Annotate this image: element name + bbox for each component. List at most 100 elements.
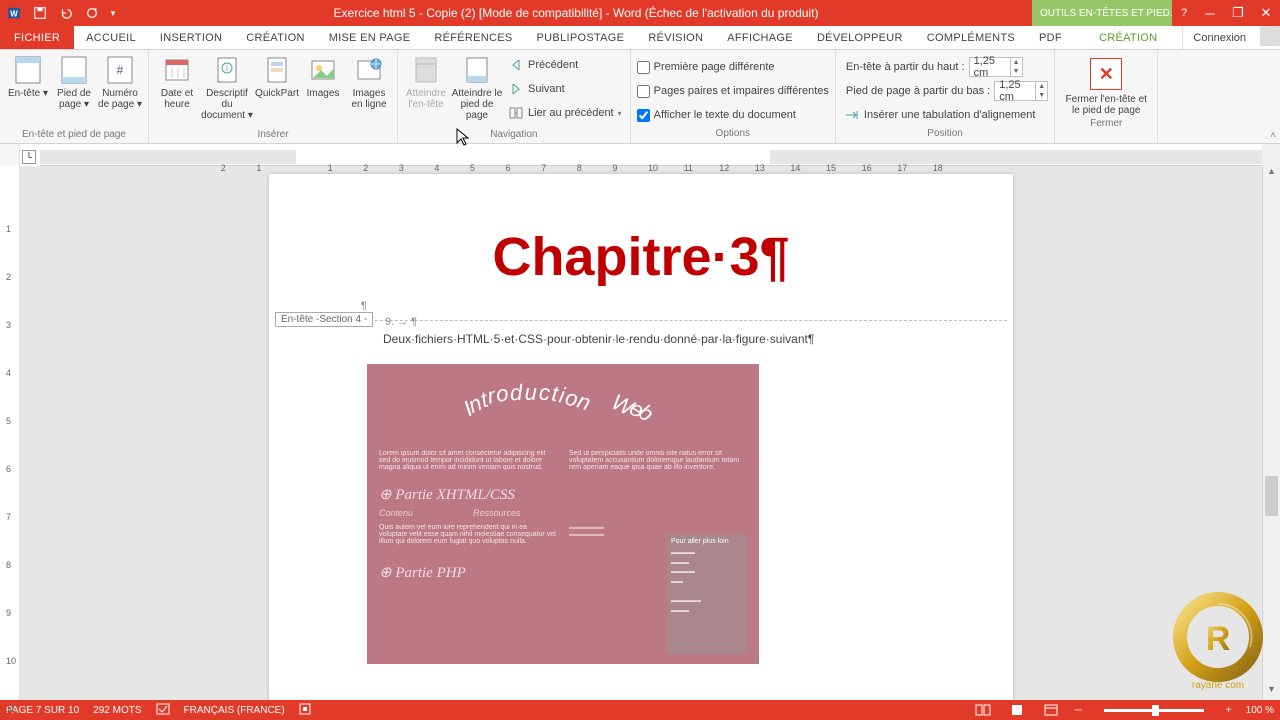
link-icon [508, 105, 524, 121]
figure-sidebar-box: Pour aller plus loin ▬▬▬▬▬▬▬▬▬▬▬▬▬▬▬▬▬▬▬… [667, 534, 747, 654]
next-icon [508, 81, 524, 97]
previous-icon [508, 57, 524, 73]
first-page-diff-check[interactable]: Première page différente [637, 56, 829, 78]
images-icon [307, 54, 339, 86]
horizontal-ruler[interactable]: 21123456789101112131415161718 [40, 148, 1262, 166]
images-button[interactable]: Images [301, 52, 345, 99]
document-page[interactable]: Chapitre·3¶ ¶ En-tête -Section 4 - 9. → … [269, 174, 1013, 700]
images-online-button[interactable]: Images en ligne [347, 52, 391, 110]
svg-text:#: # [117, 63, 124, 77]
view-print-icon[interactable] [1007, 702, 1027, 718]
login-link[interactable]: Connexion [1182, 26, 1256, 49]
zoom-slider[interactable] [1104, 709, 1204, 712]
odd-even-diff-check[interactable]: Pages paires et impaires différentes [637, 80, 829, 102]
tab-revision[interactable]: RÉVISION [636, 26, 715, 49]
tab-developpeur[interactable]: DÉVELOPPEUR [805, 26, 915, 49]
zoom-out-button[interactable]: ─ [1075, 705, 1082, 716]
page-heading: Chapitre·3¶ [359, 224, 923, 290]
collapse-ribbon-icon[interactable]: ˄ [1270, 130, 1276, 141]
spin-up-icon[interactable]: ▲ [1036, 82, 1047, 91]
svg-text:R: R [1206, 620, 1231, 658]
scroll-corner [1262, 144, 1280, 166]
close-header-footer-button[interactable]: ✕ Fermer l'en-tête et le pied de page [1061, 52, 1151, 116]
numero-button[interactable]: # Numéro de page ▾ [98, 52, 142, 110]
entete-button[interactable]: En-tête ▾ [6, 52, 50, 99]
spin-up-icon[interactable]: ▲ [1011, 58, 1022, 67]
tab-insertion[interactable]: INSERTION [148, 26, 234, 49]
status-lang[interactable]: FRANÇAIS (FRANCE) [184, 705, 285, 716]
zoom-in-button[interactable]: + [1226, 705, 1232, 716]
zoom-level[interactable]: 100 % [1246, 705, 1274, 716]
svg-text:W: W [10, 10, 18, 19]
status-words[interactable]: 292 MOTS [93, 705, 141, 716]
goto-footer-button[interactable]: Atteindre le pied de page [450, 52, 504, 121]
spin-down-icon[interactable]: ▼ [1036, 91, 1047, 100]
after-tag-mark: 9. → ¶ [385, 316, 417, 328]
figure-contenu: Contenu [379, 508, 413, 518]
tab-mise-en-page[interactable]: MISE EN PAGE [317, 26, 423, 49]
tab-affichage[interactable]: AFFICHAGE [715, 26, 805, 49]
group-label-close: Fermer [1061, 118, 1151, 132]
tab-accueil[interactable]: ACCUEIL [74, 26, 148, 49]
window-title: Exercice html 5 - Copie (2) [Mode de com… [120, 6, 1032, 20]
tab-creation[interactable]: CRÉATION [234, 26, 316, 49]
pilcrow-mark: ¶ [361, 300, 367, 312]
footer-icon [58, 54, 90, 86]
link-previous-button[interactable]: Lier au précédent ▾ [506, 102, 624, 124]
tab-pdf[interactable]: PDF [1027, 26, 1074, 49]
next-button[interactable]: Suivant [506, 78, 624, 100]
tab-file[interactable]: FICHIER [0, 26, 74, 49]
tab-publipostage[interactable]: PUBLIPOSTAGE [525, 26, 637, 49]
goto-footer-icon [461, 54, 493, 86]
goto-header-icon [410, 54, 442, 86]
date-icon [161, 54, 193, 86]
header-icon [12, 54, 44, 86]
close-window-button[interactable]: ✕ [1252, 0, 1280, 26]
scroll-thumb[interactable] [1265, 476, 1278, 516]
contextual-tab-label: OUTILS EN-TÊTES ET PIED... [1032, 0, 1172, 26]
show-doc-text-check[interactable]: Afficher le texte du document [637, 104, 829, 126]
section-tag: En-tête -Section 4 - [275, 312, 373, 327]
header-position-input[interactable]: 1,25 cm▲▼ [969, 57, 1023, 77]
view-web-icon[interactable] [1041, 702, 1061, 718]
tab-complements[interactable]: COMPLÉMENTS [915, 26, 1027, 49]
quickpart-button[interactable]: QuickPart [255, 52, 299, 99]
footer-position-input[interactable]: 1,25 cm▲▼ [994, 81, 1048, 101]
figure-arc-title: Introduction Web [379, 380, 747, 440]
tab-context-creation[interactable]: CRÉATION [1087, 26, 1169, 49]
previous-button[interactable]: Précédent [506, 54, 624, 76]
status-macro-icon[interactable] [299, 703, 311, 718]
date-button[interactable]: Date et heure [155, 52, 199, 110]
body-text: Deux·fichiers·HTML·5·et·CSS·pour·obtenir… [383, 332, 923, 346]
help-button[interactable]: ? [1172, 7, 1196, 19]
quickpart-icon [261, 54, 293, 86]
svg-text:i: i [226, 64, 228, 73]
scroll-up-icon[interactable]: ▲ [1263, 166, 1280, 182]
figure-partie1: Partie XHTML/CSS [379, 485, 747, 504]
view-read-icon[interactable] [973, 702, 993, 718]
save-icon[interactable] [28, 2, 52, 24]
restore-button[interactable]: ❐ [1224, 0, 1252, 26]
group-label-insert: Insérer [155, 129, 391, 143]
vertical-ruler[interactable]: 1234567891011 [0, 166, 20, 700]
status-page[interactable]: PAGE 7 SUR 10 [6, 705, 79, 716]
goto-header-button: Atteindre l'en-tête [404, 52, 448, 110]
status-proofing-icon[interactable] [156, 703, 170, 718]
word-icon: W [2, 2, 26, 24]
spin-down-icon[interactable]: ▼ [1011, 67, 1022, 76]
avatar[interactable] [1260, 26, 1280, 46]
figure-ressources: Ressources [473, 508, 521, 518]
pied-button[interactable]: Pied de page ▾ [52, 52, 96, 110]
tab-references[interactable]: RÉFÉRENCES [422, 26, 524, 49]
redo-icon[interactable] [80, 2, 104, 24]
group-label-options: Options [637, 128, 829, 142]
group-label-header-footer: En-tête et pied de page [6, 129, 142, 143]
minimize-button[interactable]: ─ [1196, 0, 1224, 26]
qat-customize-icon[interactable]: ▾ [106, 2, 120, 24]
undo-icon[interactable] [54, 2, 78, 24]
insert-tab-button[interactable]: Insérer une tabulation d'alignement [842, 104, 1048, 126]
images-online-icon [353, 54, 385, 86]
descriptif-button[interactable]: i Descriptif du document ▾ [201, 52, 253, 121]
page-number-icon: # [104, 54, 136, 86]
tabstop-selector[interactable]: └ [22, 150, 36, 164]
